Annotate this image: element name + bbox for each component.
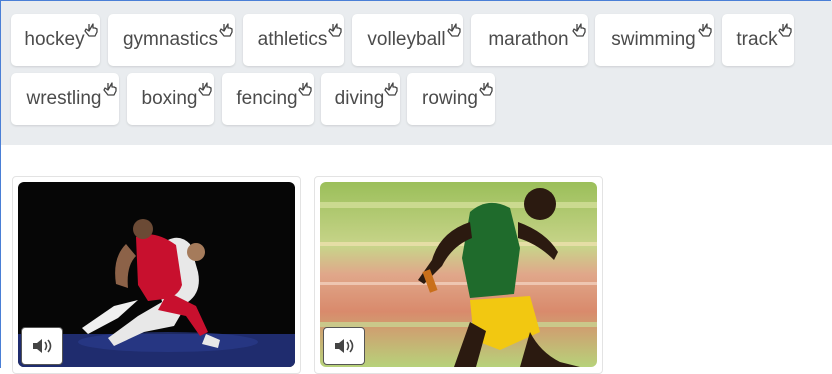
chip-label: swimming [611, 29, 696, 50]
hand-pointer-icon [198, 82, 212, 96]
word-chip-boxing[interactable]: boxing [127, 73, 214, 125]
word-chip-volleyball[interactable]: volleyball [352, 14, 463, 66]
chip-label: gymnastics [122, 29, 219, 50]
chip-label: marathon [488, 29, 569, 50]
play-audio-button[interactable] [323, 327, 365, 365]
hand-pointer-icon [479, 82, 493, 96]
word-chip-athletics[interactable]: athletics [243, 14, 344, 66]
chip-label: diving [334, 88, 385, 109]
chip-label: volleyball [367, 29, 446, 50]
hand-pointer-icon [298, 82, 312, 96]
word-chip-swimming[interactable]: swimming [595, 14, 714, 66]
word-chip-wrestling[interactable]: wrestling [11, 73, 119, 125]
chip-label: athletics [257, 29, 328, 50]
hand-pointer-icon [698, 23, 712, 37]
chip-label: rowing [422, 88, 478, 109]
word-chip-track[interactable]: track [722, 14, 794, 66]
hand-pointer-icon [103, 82, 117, 96]
hand-pointer-icon [572, 23, 586, 37]
speaker-icon [335, 339, 354, 353]
play-audio-button[interactable] [21, 327, 63, 365]
chip-label: track [736, 29, 778, 50]
word-chip-diving[interactable]: diving [321, 73, 400, 125]
answer-area [1, 145, 832, 374]
speaker-icon [33, 339, 52, 353]
word-chip-gymnastics[interactable]: gymnastics [108, 14, 235, 66]
hand-pointer-icon [384, 82, 398, 96]
word-chip-rowing[interactable]: rowing [407, 73, 495, 125]
word-chip-fencing[interactable]: fencing [222, 73, 314, 125]
hand-pointer-icon [328, 23, 342, 37]
chip-label: fencing [236, 88, 298, 109]
word-bank: hockey gymnastics athletics volleyball m… [1, 1, 832, 145]
image-card-wrestling[interactable] [12, 176, 301, 374]
hand-pointer-icon [219, 23, 233, 37]
hand-pointer-icon [447, 23, 461, 37]
chip-label: boxing [141, 88, 198, 109]
chip-label: hockey [24, 29, 85, 50]
word-chip-hockey[interactable]: hockey [11, 14, 100, 66]
hand-pointer-icon [84, 23, 98, 37]
image-card-sprinter[interactable] [314, 176, 603, 374]
chip-label: wrestling [26, 88, 102, 109]
hand-pointer-icon [778, 23, 792, 37]
word-chip-marathon[interactable]: marathon [471, 14, 588, 66]
